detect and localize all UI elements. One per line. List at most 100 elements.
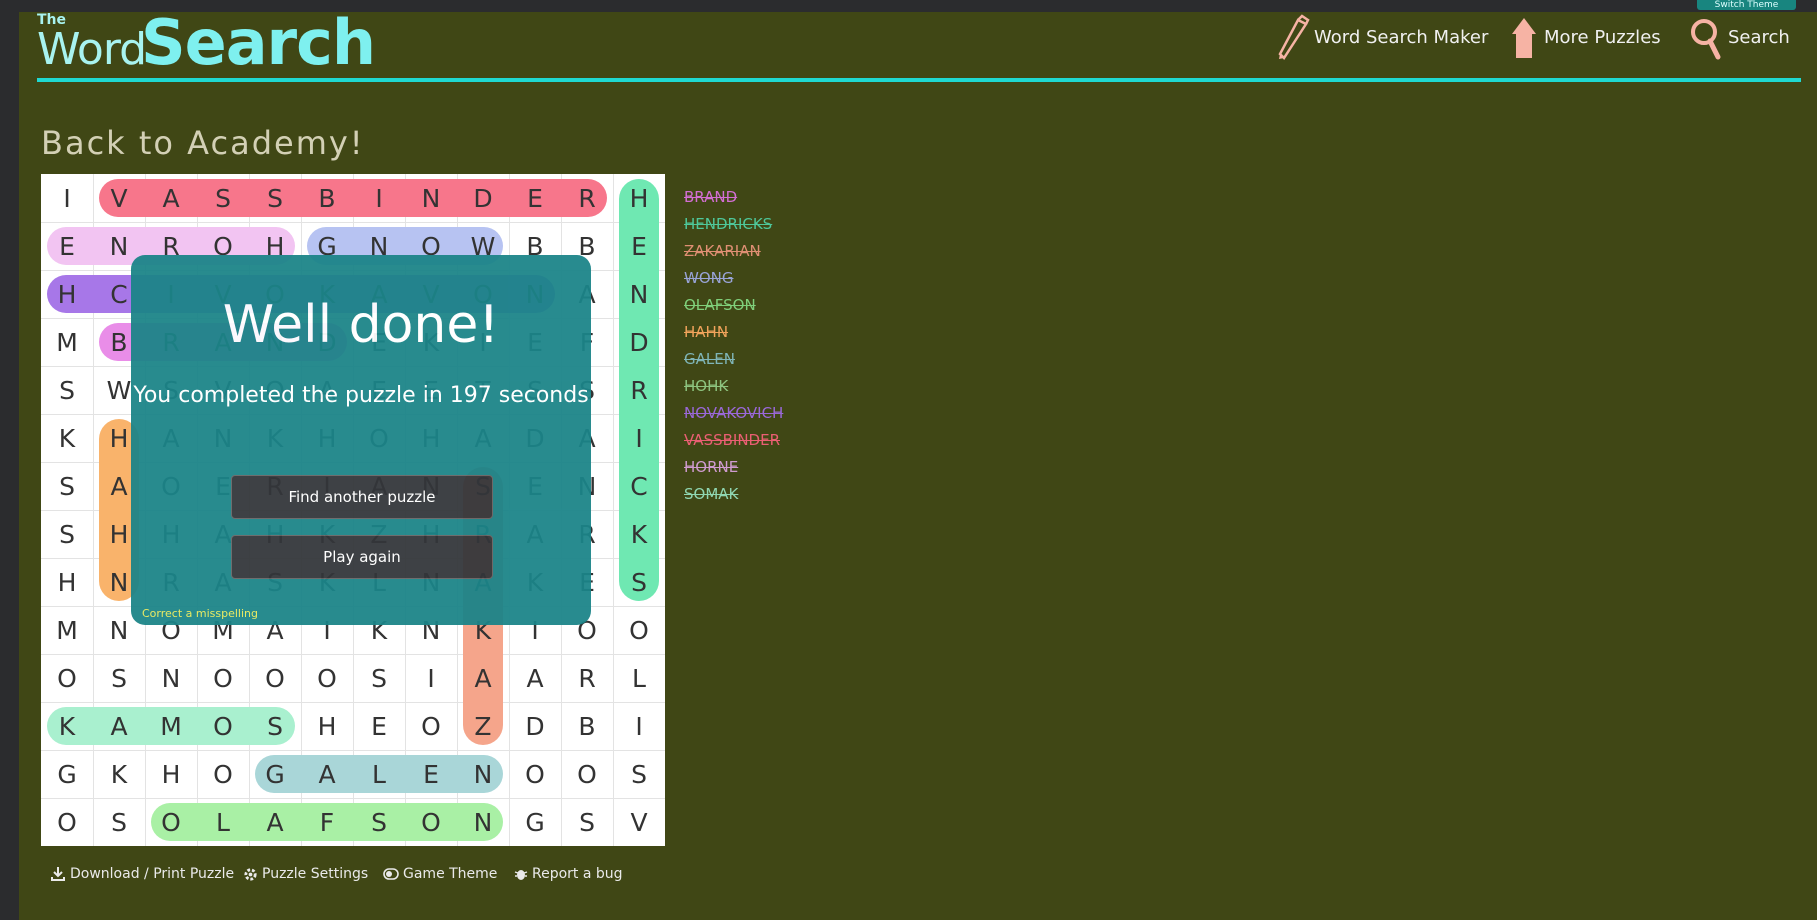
- grid-cell[interactable]: A: [145, 174, 197, 222]
- word-list-item: GALEN: [684, 350, 735, 368]
- nav-search[interactable]: Search: [1690, 14, 1790, 60]
- find-another-puzzle-button[interactable]: Find another puzzle: [231, 475, 493, 519]
- grid-cell[interactable]: S: [249, 174, 301, 222]
- grid-cell[interactable]: I: [613, 414, 665, 462]
- grid-cell[interactable]: H: [41, 270, 93, 318]
- word-list-item: HORNE: [684, 458, 739, 476]
- grid-cell[interactable]: A: [249, 798, 301, 846]
- grid-cell[interactable]: O: [301, 654, 353, 702]
- grid-cell[interactable]: O: [41, 798, 93, 846]
- grid-cell[interactable]: O: [405, 798, 457, 846]
- grid-cell[interactable]: S: [93, 654, 145, 702]
- grid-cell[interactable]: S: [613, 558, 665, 606]
- grid-cell[interactable]: L: [197, 798, 249, 846]
- grid-cell[interactable]: S: [41, 366, 93, 414]
- grid-cell[interactable]: A: [93, 702, 145, 750]
- grid-cell[interactable]: S: [93, 798, 145, 846]
- grid-cell[interactable]: K: [613, 510, 665, 558]
- grid-cell[interactable]: H: [145, 750, 197, 798]
- grid-cell[interactable]: R: [561, 174, 613, 222]
- grid-cell[interactable]: O: [197, 702, 249, 750]
- grid-cell[interactable]: D: [613, 318, 665, 366]
- word-list-item: WONG: [684, 269, 734, 287]
- grid-cell[interactable]: O: [561, 750, 613, 798]
- grid-cell[interactable]: K: [41, 414, 93, 462]
- play-again-button[interactable]: Play again: [231, 535, 493, 579]
- grid-cell[interactable]: M: [41, 606, 93, 654]
- grid-cell[interactable]: R: [561, 654, 613, 702]
- grid-cell[interactable]: V: [613, 798, 665, 846]
- grid-cell[interactable]: G: [509, 798, 561, 846]
- grid-cell[interactable]: N: [457, 750, 509, 798]
- grid-cell[interactable]: I: [41, 174, 93, 222]
- download-icon: [51, 867, 65, 881]
- grid-cell[interactable]: R: [613, 366, 665, 414]
- grid-cell[interactable]: S: [41, 510, 93, 558]
- word-list-item: HENDRICKS: [684, 215, 773, 233]
- word-list-item: VASSBINDER: [684, 431, 780, 449]
- word-list-item: HOHK: [684, 377, 729, 395]
- grid-cell[interactable]: Z: [457, 702, 509, 750]
- grid-cell[interactable]: K: [41, 702, 93, 750]
- grid-cell[interactable]: O: [197, 750, 249, 798]
- puzzle-settings-button[interactable]: Puzzle Settings: [243, 866, 368, 882]
- grid-cell[interactable]: O: [41, 654, 93, 702]
- grid-cell[interactable]: S: [613, 750, 665, 798]
- grid-cell[interactable]: A: [457, 654, 509, 702]
- grid-cell[interactable]: S: [353, 654, 405, 702]
- grid-cell[interactable]: O: [405, 702, 457, 750]
- grid-cell[interactable]: H: [613, 174, 665, 222]
- grid-cell[interactable]: I: [353, 174, 405, 222]
- correct-misspelling-link[interactable]: Correct a misspelling: [142, 607, 258, 620]
- download-print-button[interactable]: Download / Print Puzzle: [50, 866, 234, 882]
- grid-cell[interactable]: S: [561, 798, 613, 846]
- grid-cell[interactable]: B: [561, 702, 613, 750]
- grid-cell[interactable]: A: [509, 654, 561, 702]
- grid-cell[interactable]: D: [457, 174, 509, 222]
- grid-cell[interactable]: G: [41, 750, 93, 798]
- grid-cell[interactable]: D: [509, 702, 561, 750]
- dialog-title: Well done!: [222, 295, 500, 355]
- grid-cell[interactable]: B: [301, 174, 353, 222]
- grid-cell[interactable]: O: [249, 654, 301, 702]
- grid-cell[interactable]: V: [93, 174, 145, 222]
- grid-cell[interactable]: F: [301, 798, 353, 846]
- grid-cell[interactable]: H: [301, 702, 353, 750]
- grid-cell[interactable]: K: [93, 750, 145, 798]
- grid-cell[interactable]: E: [509, 174, 561, 222]
- grid-cell[interactable]: O: [613, 606, 665, 654]
- logo-search: Search: [141, 6, 376, 79]
- grid-cell[interactable]: M: [41, 318, 93, 366]
- grid-cell[interactable]: N: [457, 798, 509, 846]
- grid-cell[interactable]: H: [41, 558, 93, 606]
- grid-cell[interactable]: O: [145, 798, 197, 846]
- grid-cell[interactable]: I: [405, 654, 457, 702]
- grid-cell[interactable]: N: [405, 174, 457, 222]
- grid-cell[interactable]: E: [353, 702, 405, 750]
- grid-cell[interactable]: S: [353, 798, 405, 846]
- grid-cell[interactable]: S: [249, 702, 301, 750]
- nav-more-puzzles[interactable]: More Puzzles: [1508, 14, 1661, 60]
- grid-cell[interactable]: E: [41, 222, 93, 270]
- grid-cell[interactable]: M: [145, 702, 197, 750]
- grid-cell[interactable]: S: [197, 174, 249, 222]
- game-theme-button[interactable]: Game Theme: [383, 866, 497, 882]
- grid-cell[interactable]: L: [613, 654, 665, 702]
- grid-cell[interactable]: A: [301, 750, 353, 798]
- grid-cell[interactable]: L: [353, 750, 405, 798]
- header-divider: [37, 78, 1801, 82]
- grid-cell[interactable]: O: [197, 654, 249, 702]
- grid-cell[interactable]: E: [405, 750, 457, 798]
- nav-word-search-maker[interactable]: Word Search Maker: [1276, 14, 1488, 60]
- word-list-item: ZAKARIAN: [684, 242, 761, 260]
- grid-cell[interactable]: O: [509, 750, 561, 798]
- report-bug-button[interactable]: Report a bug: [514, 866, 623, 882]
- grid-cell[interactable]: E: [613, 222, 665, 270]
- grid-cell[interactable]: G: [249, 750, 301, 798]
- switch-theme-button[interactable]: Switch Theme: [1697, 0, 1796, 10]
- grid-cell[interactable]: S: [41, 462, 93, 510]
- grid-cell[interactable]: C: [613, 462, 665, 510]
- grid-cell[interactable]: N: [613, 270, 665, 318]
- grid-cell[interactable]: I: [613, 702, 665, 750]
- grid-cell[interactable]: N: [145, 654, 197, 702]
